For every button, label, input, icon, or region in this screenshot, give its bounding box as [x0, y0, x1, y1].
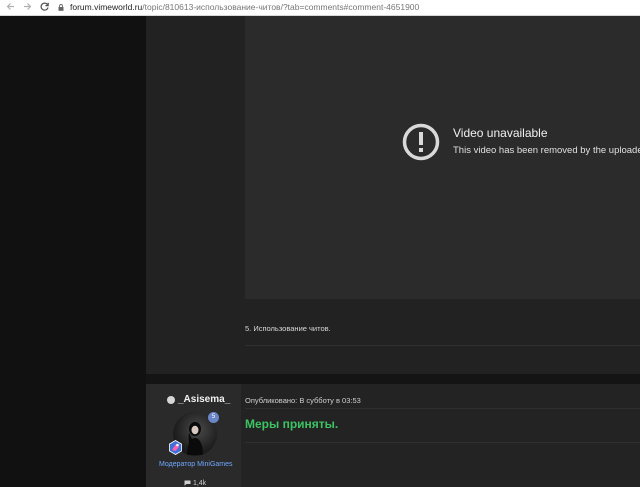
video-unavailable-message: This video has been removed by the uploa…	[453, 145, 640, 156]
url-host: forum.vimeworld.ru	[70, 2, 143, 12]
alert-circle-icon	[402, 123, 440, 161]
back-button[interactable]	[4, 1, 17, 14]
comment-bubble-icon	[184, 480, 191, 486]
reply-heading: Меры приняты.	[245, 417, 339, 431]
address-bar[interactable]: forum.vimeworld.ru/topic/810613-использо…	[70, 2, 419, 13]
avatar-image	[187, 422, 203, 455]
reputation-value: 1,4k	[192, 480, 207, 487]
reply-divider	[245, 442, 640, 443]
post-separator	[146, 374, 640, 384]
video-embed[interactable]	[245, 16, 640, 299]
post-timestamp[interactable]: Опубликовано: В субботу в 03:53	[245, 396, 361, 405]
moderator-group-icon	[169, 440, 182, 455]
post-divider	[245, 345, 640, 346]
reload-button[interactable]	[38, 1, 51, 14]
lock-icon[interactable]	[58, 4, 64, 11]
post-body-text: 5. Использование читов.	[245, 324, 331, 333]
reply-meta-divider	[245, 408, 640, 409]
url-path: /topic/810613-использование-читов/?tab=c…	[142, 2, 420, 12]
online-dot-icon	[167, 396, 175, 404]
arrow-right-icon	[24, 3, 32, 10]
reputation-count: 1,4k	[184, 480, 206, 487]
author-group-label: Модератор MiniGames	[159, 461, 233, 468]
forward-button[interactable]	[21, 1, 34, 14]
rank-badge-icon: 5	[207, 411, 220, 424]
video-unavailable-title: Video unavailable	[453, 126, 548, 140]
author-name-link[interactable]: _Asisema_	[178, 394, 230, 405]
left-sidebar-area	[0, 16, 146, 487]
arrow-left-icon	[6, 3, 14, 10]
browser-toolbar: forum.vimeworld.ru/topic/810613-использо…	[0, 0, 640, 16]
reload-icon	[40, 2, 49, 11]
